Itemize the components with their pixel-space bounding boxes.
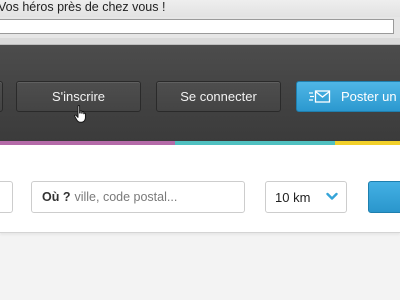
login-label: Se connecter (180, 89, 257, 104)
site-header: S'inscrire Se connecter Poster un (0, 45, 400, 141)
search-button[interactable] (368, 181, 400, 213)
tagline-text: Vos héros près de chez vous ! (0, 0, 166, 14)
post-ad-button[interactable]: Poster un (296, 81, 400, 112)
post-ad-label: Poster un (341, 89, 397, 104)
signup-label: S'inscrire (51, 89, 106, 104)
location-field[interactable]: Où ? ville, code postal... (31, 181, 245, 213)
search-panel: Où ? ville, code postal... 10 km (0, 145, 400, 233)
login-button[interactable]: Se connecter (156, 81, 281, 112)
chevron-down-icon (326, 192, 338, 200)
location-label: Où ? (42, 190, 71, 204)
keyword-field[interactable] (0, 181, 13, 213)
tagline-bar: Vos héros près de chez vous ! (0, 0, 400, 18)
envelope-icon (309, 90, 331, 103)
hand-pointer-icon (74, 105, 86, 123)
top-input-row (0, 17, 400, 38)
radius-select[interactable]: 10 km (265, 181, 347, 213)
location-placeholder: ville, code postal... (74, 190, 178, 204)
top-input[interactable] (0, 19, 394, 34)
partial-header-button[interactable] (0, 81, 3, 112)
tagline: Vos héros près de chez vous ! (0, 0, 165, 15)
gap-strip (0, 38, 400, 45)
radius-value: 10 km (275, 189, 311, 205)
